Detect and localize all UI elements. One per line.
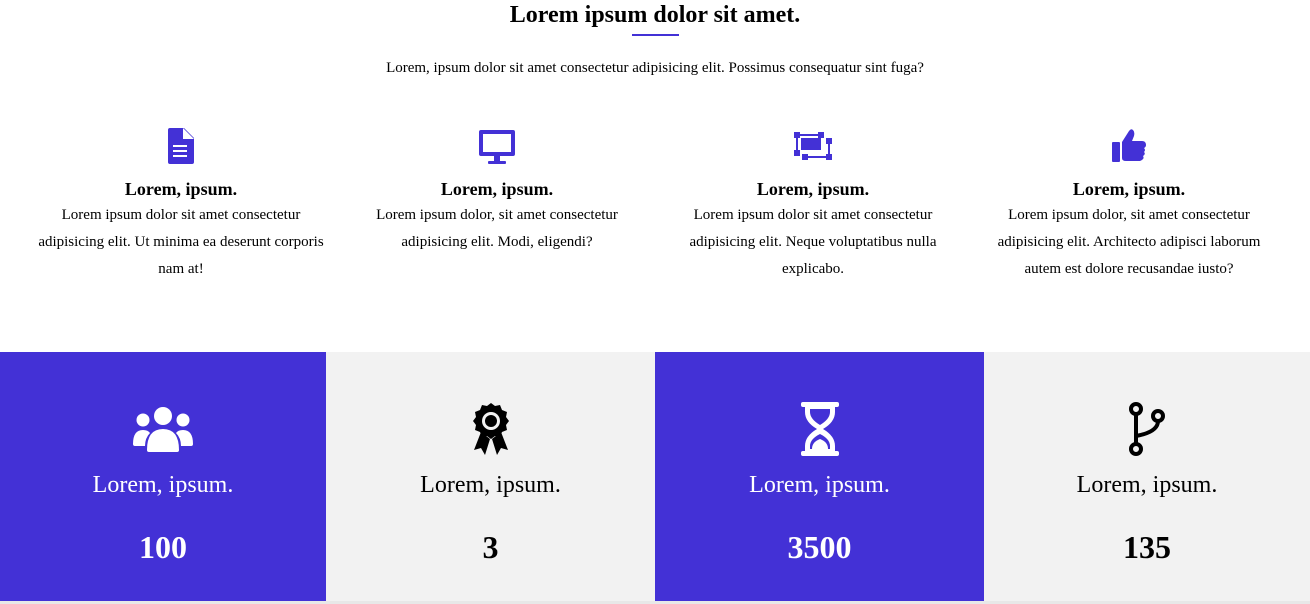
- stat-value: 100: [139, 529, 187, 565]
- users-icon: [0, 402, 326, 456]
- feature-card: Lorem, ipsum. Lorem ipsum dolor, sit ame…: [339, 128, 655, 256]
- award-ribbon-icon: [326, 402, 655, 456]
- stat-panel: Lorem, ipsum. 135: [984, 352, 1310, 602]
- stat-label: Lorem, ipsum.: [1076, 472, 1218, 498]
- stat-label: Lorem, ipsum.: [92, 472, 234, 498]
- stat-panel: Lorem, ipsum. 100: [0, 352, 326, 602]
- stat-panel: Lorem, ipsum. 3500: [655, 352, 984, 602]
- feature-title: Lorem, ipsum.: [124, 179, 238, 199]
- stat-value: 3: [482, 529, 499, 565]
- feature-description: Lorem ipsum dolor, sit amet consectetur …: [376, 207, 618, 250]
- section-subtitle: Lorem, ipsum dolor sit amet consectetur …: [386, 60, 924, 76]
- title-underline: [632, 34, 679, 36]
- stat-value: 135: [1123, 529, 1171, 565]
- stat-label: Lorem, ipsum.: [420, 472, 561, 498]
- desktop-monitor-icon: [339, 128, 655, 168]
- stats-row: Lorem, ipsum. 100 Lorem, ipsum. 3 Lorem,…: [0, 352, 1310, 602]
- file-document-icon: [23, 128, 339, 168]
- feature-card: Lorem, ipsum. Lorem ipsum dolor sit amet…: [23, 128, 339, 283]
- feature-description: Lorem ipsum dolor, sit amet consectetur …: [997, 207, 1261, 277]
- stat-label: Lorem, ipsum.: [749, 472, 890, 498]
- code-branch-icon: [984, 402, 1310, 456]
- stat-value: 3500: [787, 529, 852, 565]
- feature-description: Lorem ipsum dolor sit amet consectetur a…: [38, 207, 324, 277]
- stat-panel: Lorem, ipsum. 3: [326, 352, 655, 602]
- feature-title: Lorem, ipsum.: [756, 179, 870, 199]
- features-row: Lorem, ipsum. Lorem ipsum dolor sit amet…: [0, 128, 1310, 308]
- thumbs-up-icon: [971, 128, 1287, 168]
- feature-card: Lorem, ipsum. Lorem ipsum dolor sit amet…: [655, 128, 971, 283]
- feature-title: Lorem, ipsum.: [1072, 179, 1186, 199]
- feature-card: Lorem, ipsum. Lorem ipsum dolor, sit ame…: [971, 128, 1287, 283]
- object-group-icon: [655, 128, 971, 168]
- hourglass-icon: [655, 402, 984, 456]
- feature-title: Lorem, ipsum.: [440, 179, 554, 199]
- feature-description: Lorem ipsum dolor sit amet consectetur a…: [689, 207, 937, 277]
- section-title: Lorem ipsum dolor sit amet.: [509, 2, 801, 28]
